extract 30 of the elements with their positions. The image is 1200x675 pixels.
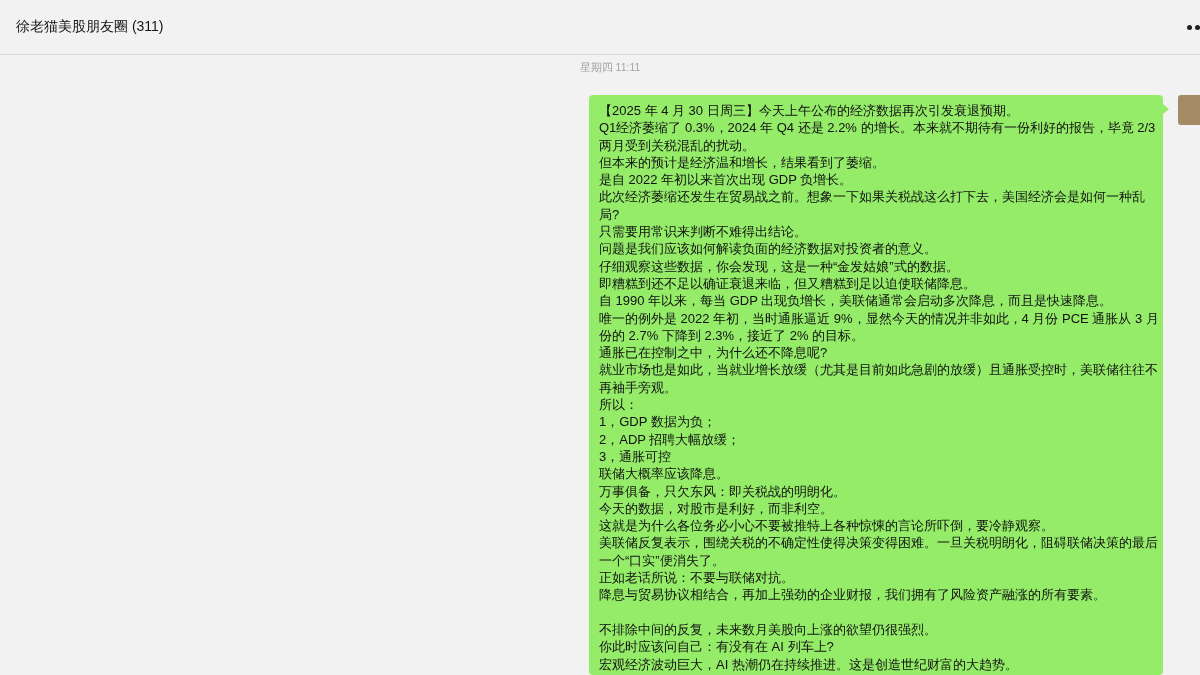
- message-text: 此次经济萎缩还发生在贸易战之前。想象一下如果关税战这么打下去，美国经济会是如何一种乱局?: [599, 188, 1146, 224]
- message-text: 自 1990 年以来，每当 GDP 出现负增长，美联储通常会启动多次降息，而且是快速降息。: [599, 292, 1114, 310]
- message-text: 只需要用常识来判断不难得出结论。: [599, 223, 808, 241]
- message-text: 这就是为什么各位务必小心不要被推特上各种惊悚的言论所吓倒，要冷静观察。: [599, 517, 1055, 535]
- message-text: 【2025 年 4 月 30 日周三】今天上午公布的经济数据再次引发衰退预期。: [599, 102, 1020, 120]
- message-timestamp: 星期四 11:11: [579, 60, 641, 74]
- chat-title: 徐老猫美股朋友圈 (311): [16, 18, 164, 36]
- message-text: 宏观经济波动巨大，AI 热潮仍在持续推进。这是创造世纪财富的大趋势。: [599, 655, 1019, 673]
- message-text: 是自 2022 年初以来首次出现 GDP 负增长。: [599, 171, 854, 189]
- message-text: 唯一的例外是 2022 年初，当时通胀逼近 9%，显然今天的情况并非如此，4 月份 PCE 通胀从 3 月份的 2.7% 下降到 2.3%，接近了 2% 的目标。: [599, 309, 1160, 345]
- message-text: 今天的数据，对股市是利好，而非利空。: [599, 499, 834, 518]
- message-text: 通胀已在控制之中，为什么还不降息呢?: [599, 344, 829, 362]
- message-text: 不排除中间的反复，未来数月美股向上涨的欲望仍很强烈。: [599, 620, 938, 639]
- message-text: 美联储反复表示，围绕关税的不确定性使得决策变得困难。一旦关税明朗化，阻碍联储决策的最后一个“口实”便消失了。: [599, 534, 1159, 569]
- message-text: 就业市场也是如此，当就业增长放缓（尤其是目前如此急剧的放缓）且通胀受控时，美联储往往不再袖手旁观。: [599, 361, 1159, 397]
- message-text: 1，GDP 数据为负；: [599, 413, 717, 431]
- message-text: 但本来的预计是经济温和增长，结果看到了萎缩。: [599, 153, 886, 172]
- message-text: 联储大概率应该降息。: [599, 465, 730, 483]
- message-text: Q1经济萎缩了 0.3%，2024 年 Q4 还是 2.2% 的增长。本来就不期待有一份利好的报告，毕竟 2/3两月受到关税混乱的扰动。: [599, 119, 1157, 154]
- message-text: 3，通胀可控: [599, 447, 673, 466]
- message-text: 即糟糕到还不足以确证衰退来临，但又糟糕到足以迫使联储降息。: [599, 274, 977, 293]
- message-text: 2，ADP 招聘大幅放缓；: [599, 430, 742, 448]
- message-text: 问题是我们应该如何解读负面的经济数据对投资者的意义。: [599, 240, 938, 258]
- message-text: 万事俱备，只欠东风：即关税战的明朗化。: [599, 482, 847, 500]
- message-text: 所以：: [599, 396, 639, 414]
- message-text: 降息与贸易协议相结合，再加上强劲的企业财报，我们拥有了风险资产融涨的所有要素。: [599, 586, 1107, 604]
- message-text: 你此时应该问自己：有没有在 AI 列车上?: [599, 638, 835, 656]
- message-text: 正如老话所说：不要与联储对抗。: [599, 569, 795, 587]
- more-icon[interactable]: [1187, 24, 1200, 30]
- message-text: 仔细观察这些数据，你会发现，这是一种“金发姑娘”式的数据。: [599, 257, 960, 275]
